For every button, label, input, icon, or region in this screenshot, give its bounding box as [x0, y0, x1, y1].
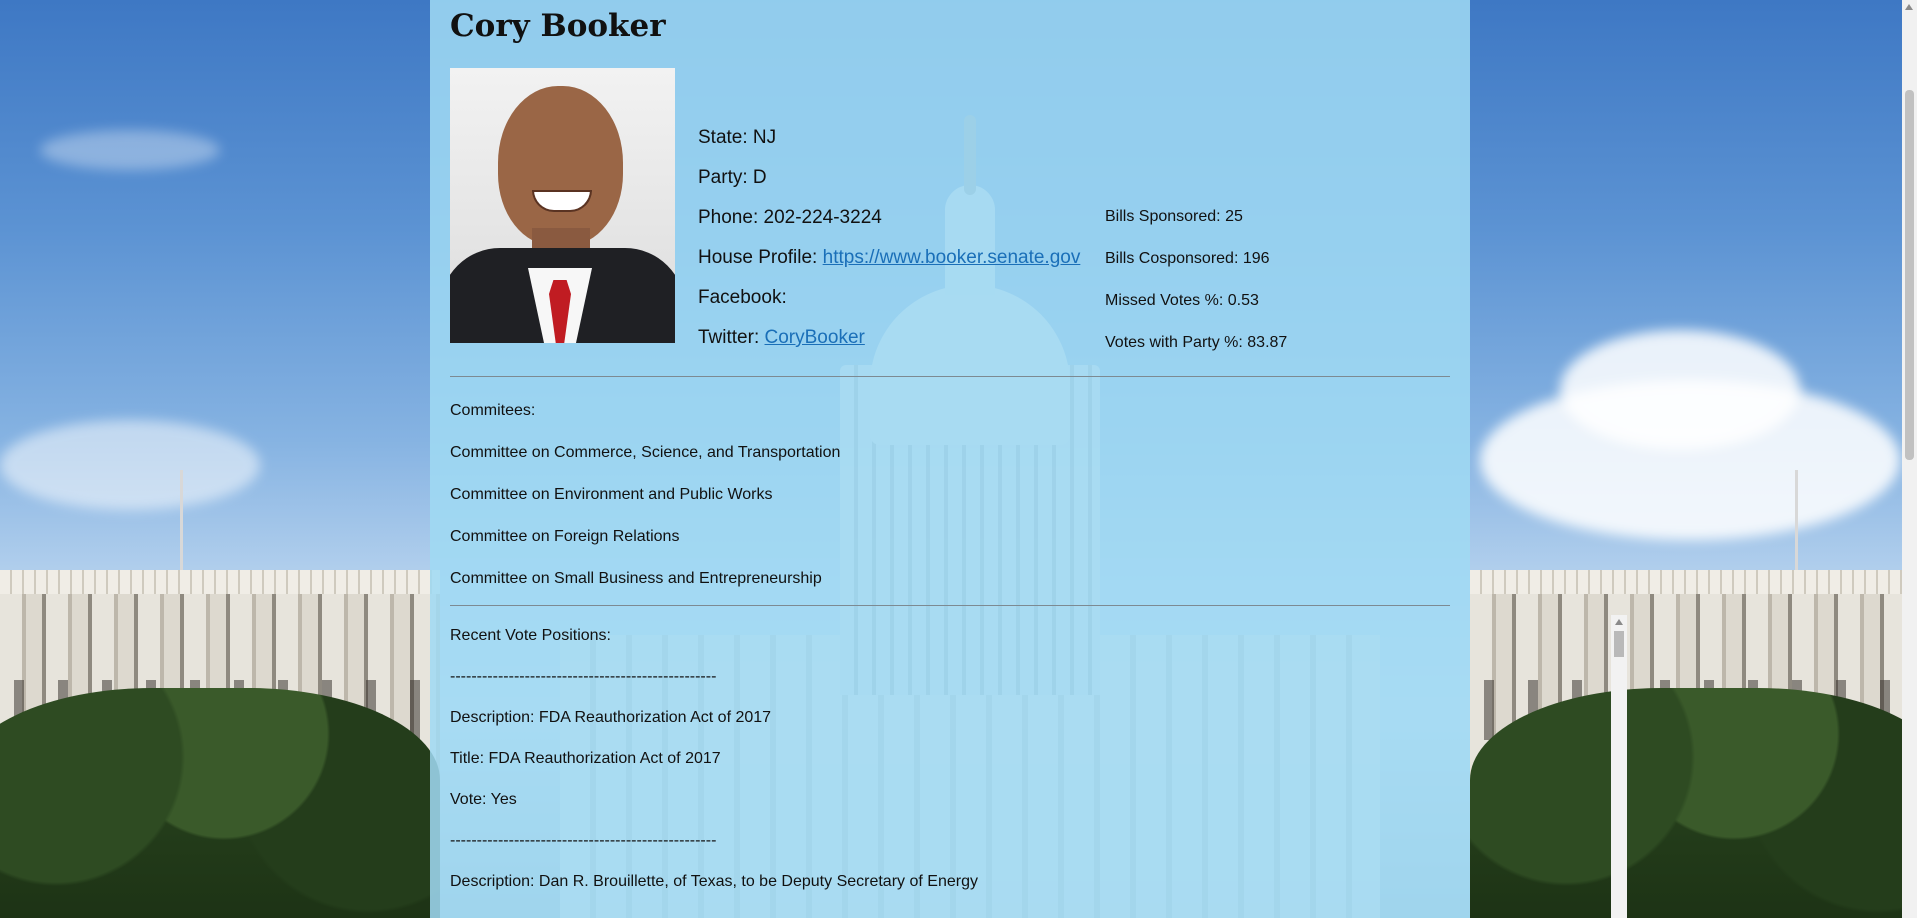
committee-item: Committee on Foreign Relations: [450, 528, 680, 545]
senator-name: Cory Booker: [450, 8, 666, 44]
vote-separator: ----------------------------------------…: [450, 668, 717, 685]
twitter-field: Twitter: CoryBooker: [698, 318, 1080, 358]
twitter-link[interactable]: CoryBooker: [765, 327, 865, 348]
vote-separator: ----------------------------------------…: [450, 832, 717, 849]
votes-scrollbar[interactable]: [1611, 615, 1627, 918]
scroll-up-arrow-icon[interactable]: [1615, 619, 1623, 625]
committee-item: Committee on Environment and Public Work…: [450, 486, 773, 503]
senator-profile-panel: Cory Booker State: NJ Party: D Phone: 20…: [430, 0, 1627, 918]
missed-votes: Missed Votes %: 0.53: [1105, 292, 1259, 309]
bills-sponsored: Bills Sponsored: 25: [1105, 208, 1243, 225]
committee-item: Committee on Commerce, Science, and Tran…: [450, 444, 841, 461]
senator-photo: [450, 68, 675, 343]
scroll-thumb[interactable]: [1614, 631, 1624, 657]
legislative-stats: Bills Sponsored: 25 Bills Cosponsored: 1…: [1105, 196, 1287, 364]
house-profile-field: House Profile: https://www.booker.senate…: [698, 238, 1080, 278]
divider: [450, 376, 1450, 377]
vote-description: Description: FDA Reauthorization Act of …: [450, 709, 772, 726]
bills-cosponsored: Bills Cosponsored: 196: [1105, 250, 1270, 267]
twitter-label: Twitter:: [698, 327, 760, 348]
vote-description: Description: Dan R. Brouillette, of Texa…: [450, 873, 978, 890]
state-field: State: NJ: [698, 127, 777, 148]
committees-heading: Commitees:: [450, 402, 536, 419]
phone-field: Phone: 202-224-3224: [698, 207, 882, 228]
house-profile-link[interactable]: https://www.booker.senate.gov: [823, 247, 1081, 268]
committees-section: Commitees: Committee on Commerce, Scienc…: [450, 390, 840, 600]
page-scrollbar[interactable]: [1902, 0, 1917, 918]
page-scroll-thumb[interactable]: [1905, 90, 1914, 460]
vote-position: Vote: Yes: [450, 791, 517, 808]
contact-info: State: NJ Party: D Phone: 202-224-3224 H…: [698, 118, 1080, 358]
divider: [450, 605, 1450, 606]
vote-title: Title: FDA Reauthorization Act of 2017: [450, 750, 721, 767]
facebook-field: Facebook:: [698, 287, 787, 308]
house-profile-label: House Profile:: [698, 247, 818, 268]
party-field: Party: D: [698, 167, 767, 188]
committee-item: Committee on Small Business and Entrepre…: [450, 570, 822, 587]
votes-with-party: Votes with Party %: 83.87: [1105, 334, 1288, 351]
scroll-up-arrow-icon[interactable]: [1905, 4, 1913, 10]
votes-heading: Recent Vote Positions:: [450, 627, 611, 644]
recent-votes-list[interactable]: Recent Vote Positions: -----------------…: [450, 615, 1417, 918]
